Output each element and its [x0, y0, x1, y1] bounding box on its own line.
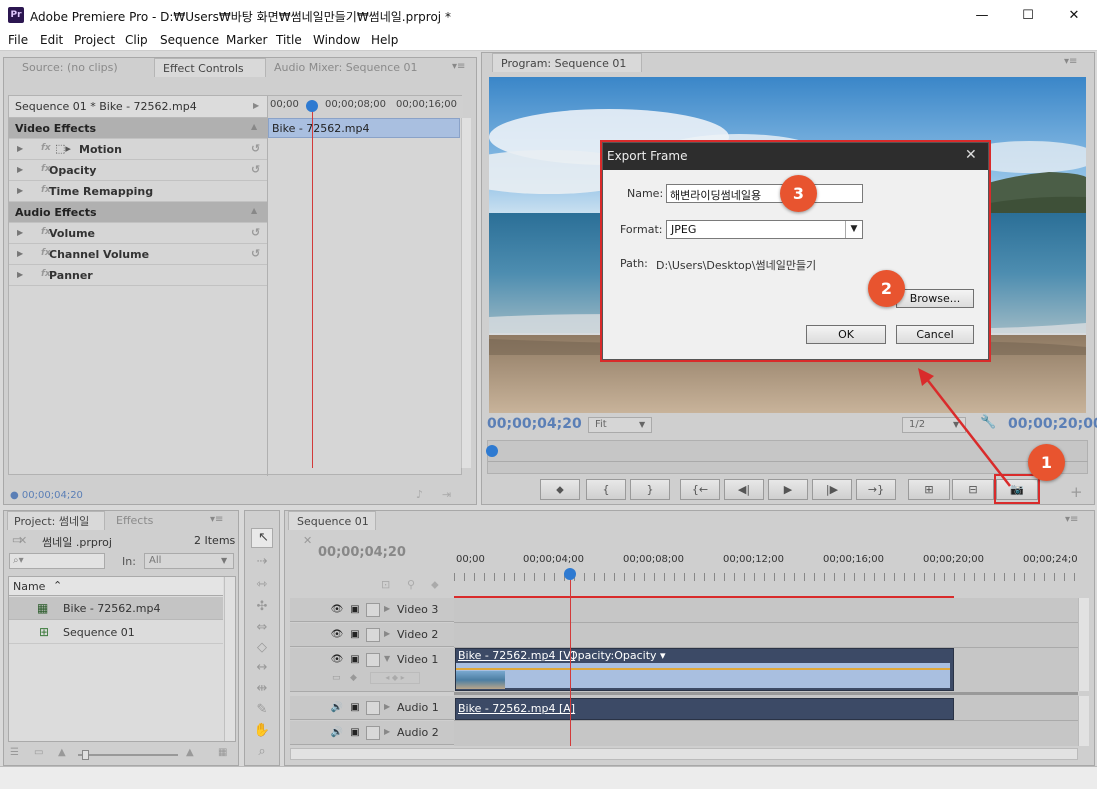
- step-badge-2: 2: [868, 270, 905, 307]
- step-badge-1: 1: [1028, 444, 1065, 481]
- step-badge-3: 3: [780, 175, 817, 212]
- annotation-arrow: [918, 368, 1011, 487]
